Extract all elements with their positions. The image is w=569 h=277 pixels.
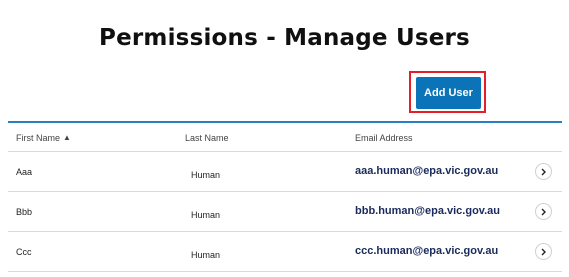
add-user-button[interactable]: Add User bbox=[416, 77, 481, 109]
chevron-right-icon[interactable] bbox=[535, 163, 552, 180]
header-first-name[interactable]: First Name ▲ bbox=[16, 133, 71, 143]
cell-first-name: Ccc bbox=[16, 247, 32, 257]
cell-last-name: Human bbox=[191, 210, 221, 220]
header-last-name[interactable]: Last Name bbox=[185, 133, 229, 143]
users-table: First Name ▲ Last Name Email Address Aaa … bbox=[8, 121, 562, 272]
table-header-row: First Name ▲ Last Name Email Address bbox=[8, 123, 562, 152]
header-first-name-label: First Name bbox=[16, 133, 61, 143]
chevron-right-icon[interactable] bbox=[535, 243, 552, 260]
cell-email: ccc.human@epa.vic.gov.au bbox=[355, 245, 499, 257]
table-row[interactable]: Aaa Human aaa.human@epa.vic.gov.au bbox=[8, 152, 562, 192]
cell-first-name: Aaa bbox=[16, 167, 33, 177]
cell-email: aaa.human@epa.vic.gov.au bbox=[355, 165, 499, 177]
cell-first-name: Bbb bbox=[16, 207, 33, 217]
table-row[interactable]: Ccc Human ccc.human@epa.vic.gov.au bbox=[8, 232, 562, 272]
header-email[interactable]: Email Address bbox=[355, 133, 413, 143]
chevron-right-icon[interactable] bbox=[535, 203, 552, 220]
cell-email: bbb.human@epa.vic.gov.au bbox=[355, 205, 500, 217]
cell-last-name: Human bbox=[191, 170, 221, 180]
chevron-up-icon: ▲ bbox=[63, 133, 71, 142]
table-row[interactable]: Bbb Human bbb.human@epa.vic.gov.au bbox=[8, 192, 562, 232]
page-title: Permissions - Manage Users bbox=[99, 25, 470, 52]
cell-last-name: Human bbox=[191, 250, 221, 260]
